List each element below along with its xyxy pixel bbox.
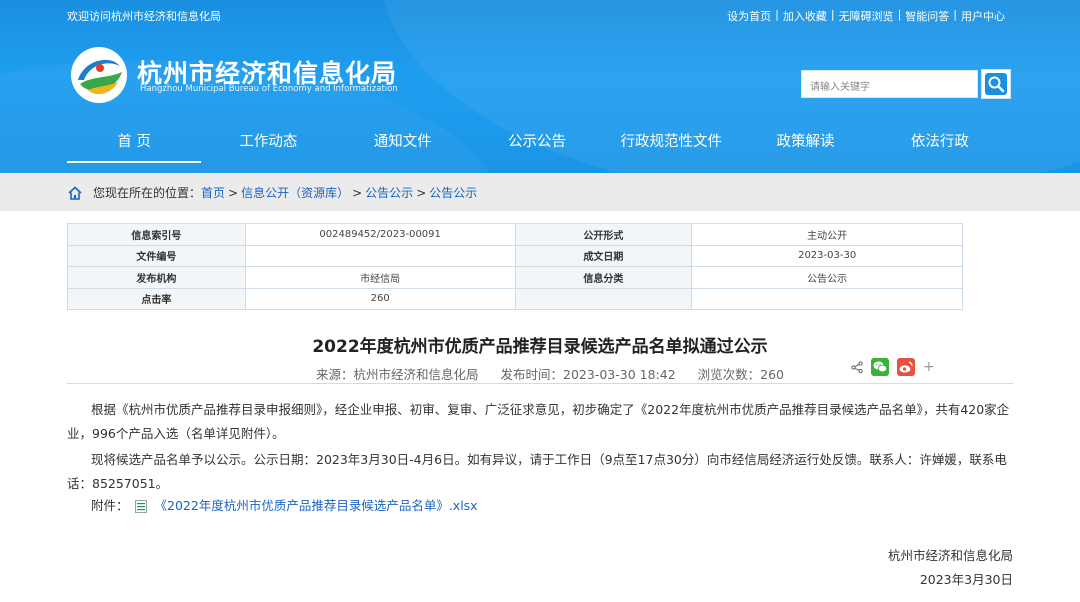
breadcrumb-bar: 您现在所在的位置： 首页 > 信息公开（资源库） > 公告公示 > 公告公示 — [0, 173, 1080, 211]
info-value: 260 — [244, 287, 516, 310]
breadcrumb-item-home[interactable]: 首页 — [201, 184, 225, 201]
breadcrumb-item-announcements[interactable]: 公告公示 — [365, 184, 413, 201]
info-value: 主动公开 — [691, 223, 963, 246]
weibo-icon[interactable] — [897, 358, 915, 376]
info-key: 文件编号 — [67, 244, 246, 267]
breadcrumb-separator: > — [352, 185, 363, 200]
table-row: 信息索引号 002489452/2023-00091 公开形式 主动公开 — [67, 223, 963, 246]
info-value: 市经信局 — [244, 266, 516, 289]
signature-org: 杭州市经济和信息化局 — [887, 548, 1013, 563]
user-center-link[interactable]: 用户中心 — [961, 8, 1005, 24]
top-links: 设为首页 | 加入收藏 | 无障碍浏览 | 智能问答 | 用户中心 — [727, 8, 1005, 24]
attachment-line: 附件： 《2022年度杭州市优质产品推荐目录候选产品名单》.xlsx — [67, 494, 1013, 518]
set-homepage-link[interactable]: 设为首页 — [727, 8, 771, 24]
info-key — [514, 287, 693, 310]
breadcrumb-separator: > — [416, 185, 427, 200]
info-table: 信息索引号 002489452/2023-00091 公开形式 主动公开 文件编… — [67, 223, 963, 310]
info-key: 成文日期 — [514, 244, 693, 267]
article-source: 来源：杭州市经济和信息化局 — [316, 367, 479, 382]
attachment-link[interactable]: 《2022年度杭州市优质产品推荐目录候选产品名单》.xlsx — [155, 494, 478, 518]
info-value — [244, 244, 516, 267]
nav-regulations[interactable]: 行政规范性文件 — [604, 123, 738, 163]
table-row: 文件编号 成文日期 2023-03-30 — [67, 244, 963, 267]
more-share-button[interactable]: + — [923, 359, 935, 375]
logo-emblem-icon[interactable] — [70, 46, 128, 104]
article-paragraph: 根据《杭州市优质产品推荐目录申报细则》，经企业申报、初审、复审、广泛征求意见，初… — [67, 402, 1010, 441]
welcome-text: 欢迎访问杭州市经济和信息化局 — [67, 10, 221, 23]
article-view-count: 浏览次数：260 — [697, 367, 785, 382]
article-meta: 来源：杭州市经济和信息化局 发布时间：2023-03-30 18:42 浏览次数… — [316, 364, 806, 383]
site-header: 欢迎访问杭州市经济和信息化局 设为首页 | 加入收藏 | 无障碍浏览 | 智能问… — [0, 0, 1080, 173]
nav-home[interactable]: 首 页 — [67, 123, 202, 163]
info-value: 公告公示 — [691, 266, 963, 289]
nav-policy-interpretation[interactable]: 政策解读 — [738, 123, 872, 163]
info-key: 信息分类 — [514, 266, 693, 289]
nav-notices[interactable]: 通知文件 — [336, 123, 470, 163]
breadcrumb-prefix: 您现在所在的位置： — [93, 186, 202, 200]
table-row: 点击率 260 — [67, 287, 963, 310]
breadcrumb-separator: > — [228, 185, 239, 200]
accessibility-link[interactable]: 无障碍浏览 — [839, 8, 894, 24]
excel-file-icon — [134, 499, 147, 513]
info-key: 点击率 — [67, 287, 246, 310]
signature-date: 2023年3月30日 — [919, 572, 1013, 587]
info-value — [691, 287, 963, 310]
table-row: 发布机构 市经信局 信息分类 公告公示 — [67, 266, 963, 289]
add-favorite-link[interactable]: 加入收藏 — [783, 8, 827, 24]
divider: | — [830, 8, 835, 21]
share-icon[interactable] — [851, 361, 863, 373]
breadcrumb-item-announcements-current[interactable]: 公告公示 — [429, 184, 477, 201]
info-key: 公开形式 — [514, 223, 693, 246]
divider: | — [775, 8, 779, 21]
article-publish-time: 发布时间：2023-03-30 18:42 — [500, 367, 676, 382]
article-title: 2022年度杭州市优质产品推荐目录候选产品名单拟通过公示 — [312, 337, 768, 357]
search-button[interactable] — [981, 69, 1011, 99]
wechat-icon[interactable] — [871, 358, 889, 376]
nav-work-news[interactable]: 工作动态 — [201, 123, 335, 163]
site-subtitle: Hangzhou Municipal Bureau of Economy and… — [140, 84, 398, 94]
search-input[interactable]: 请输入关键字 — [801, 70, 978, 98]
breadcrumb: 您现在所在的位置： 首页 > 信息公开（资源库） > 公告公示 > 公告公示 — [67, 184, 477, 201]
article-paragraph: 现将候选产品名单予以公示。公示日期：2023年3月30日-4月6日。如有异议，请… — [67, 452, 1007, 491]
share-bar: + — [851, 358, 935, 376]
search-icon — [985, 73, 1007, 95]
nav-law-administration[interactable]: 依法行政 — [873, 123, 1007, 163]
divider — [67, 383, 1013, 384]
divider: | — [953, 8, 957, 21]
main-nav: 首 页 工作动态 通知文件 公示公告 行政规范性文件 政策解读 依法行政 — [67, 123, 1007, 163]
attachment-label: 附件： — [91, 498, 129, 513]
smart-qa-link[interactable]: 智能问答 — [905, 8, 949, 24]
nav-announcements[interactable]: 公示公告 — [470, 123, 604, 163]
breadcrumb-item-info-open[interactable]: 信息公开（资源库） — [241, 184, 349, 201]
divider: | — [897, 8, 902, 21]
info-value: 2023-03-30 — [691, 244, 963, 267]
info-value: 002489452/2023-00091 — [244, 223, 516, 246]
home-icon — [68, 185, 82, 200]
info-key: 信息索引号 — [67, 223, 246, 246]
info-key: 发布机构 — [67, 266, 246, 289]
